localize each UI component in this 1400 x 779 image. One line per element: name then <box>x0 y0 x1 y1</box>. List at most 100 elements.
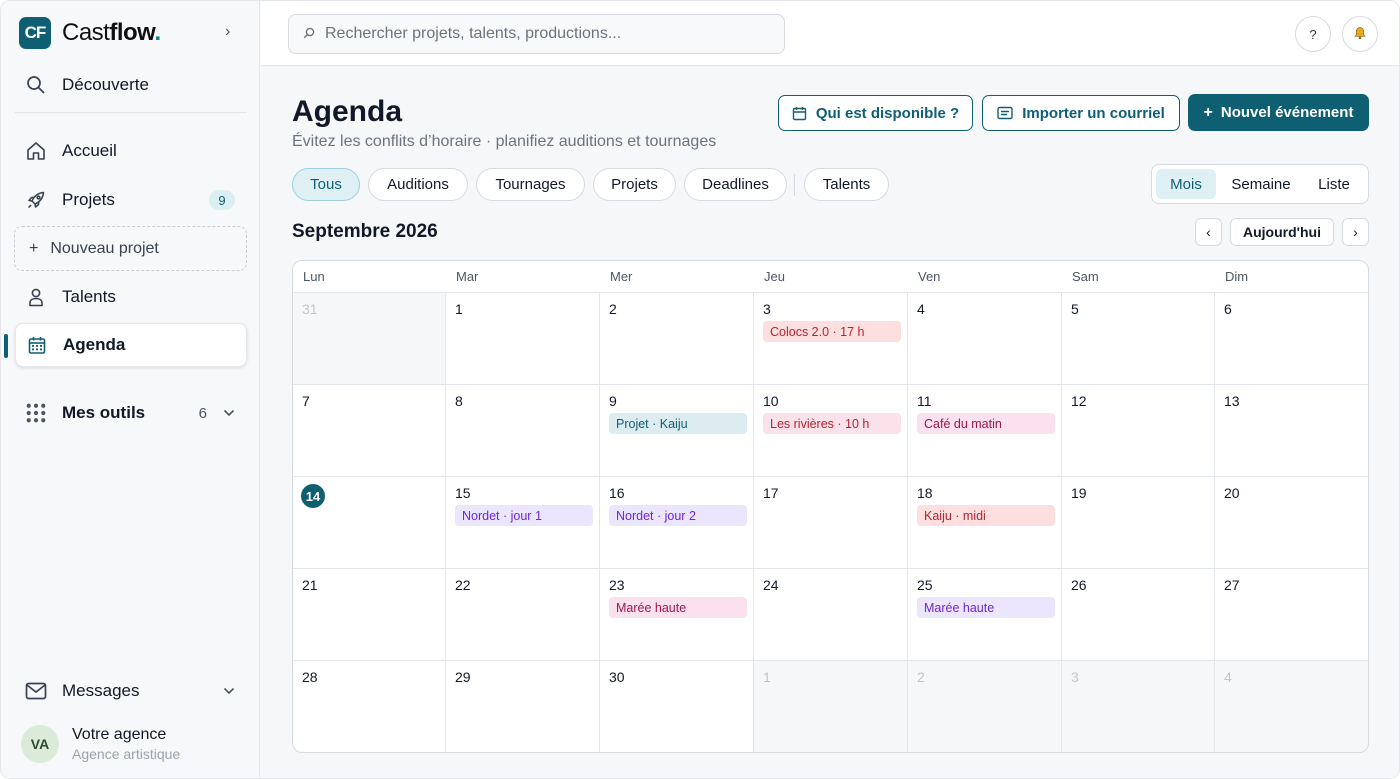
filter-chip-deadlines[interactable]: Deadlines <box>684 168 787 201</box>
agency-profile[interactable]: VA Votre agence Agence artistique <box>21 725 180 763</box>
calendar-day-cell[interactable]: 14 <box>293 477 446 569</box>
calendar-day-cell[interactable]: 3 Colocs 2.0 · 17 h <box>754 293 908 385</box>
calendar-event[interactable]: Marée haute <box>917 597 1055 618</box>
sidebar-divider <box>15 112 247 113</box>
sidebar-item-label: Agenda <box>63 335 126 354</box>
new-event-button[interactable]: + Nouvel événement <box>1188 94 1369 131</box>
calendar-day-cell[interactable]: 31 <box>293 293 446 385</box>
rocket-icon <box>25 189 47 211</box>
calendar-day-cell[interactable]: 3 <box>1062 661 1215 752</box>
sidebar-item-label: Talents <box>62 287 116 306</box>
view-week-tab[interactable]: Semaine <box>1222 169 1300 199</box>
day-number: 17 <box>763 485 779 501</box>
calendar-day-cell[interactable]: 25 Marée haute <box>908 569 1062 661</box>
calendar-day-cell[interactable]: 26 <box>1062 569 1215 661</box>
calendar-day-cell[interactable]: 29 <box>446 661 600 752</box>
calendar-day-cell[interactable]: 24 <box>754 569 908 661</box>
sidebar-item-discover[interactable]: Découverte <box>15 63 247 107</box>
day-number: 18 <box>917 485 933 501</box>
calendar-day-cell[interactable]: 19 <box>1062 477 1215 569</box>
view-month-tab[interactable]: Mois <box>1156 169 1216 199</box>
calendar-day-cell[interactable]: 11 Café du matin <box>908 385 1062 477</box>
search-input[interactable] <box>325 25 765 43</box>
sidebar-item-label: Messages <box>62 681 140 700</box>
filter-chip-projects[interactable]: Projets <box>593 168 676 201</box>
sidebar-item-label: Projets <box>62 190 115 209</box>
calendar-day-cell[interactable]: 4 <box>1215 661 1368 752</box>
calendar-event[interactable]: Kaiju · midi <box>917 505 1055 526</box>
sidebar-item-talents[interactable]: Talents <box>15 275 247 319</box>
calendar-day-cell[interactable]: 9 Projet · Kaiju <box>600 385 754 477</box>
day-number: 28 <box>302 669 318 685</box>
calendar-day-cell[interactable]: 6 <box>1215 293 1368 385</box>
weekday-label: Lun <box>303 269 325 284</box>
calendar-event[interactable]: Colocs 2.0 · 17 h <box>763 321 901 342</box>
month-calendar: Lun Mar Mer Jeu Ven Sam Dim 31 1 2 3 Colocs 2.0 · … <box>292 260 1369 753</box>
next-month-button[interactable]: › <box>1342 218 1369 246</box>
calendar-event[interactable]: Nordet · jour 1 <box>455 505 593 526</box>
day-number: 1 <box>763 669 771 685</box>
filter-chip-auditions[interactable]: Auditions <box>368 168 468 201</box>
calendar-event[interactable]: Projet · Kaiju <box>609 413 747 434</box>
calendar-day-cell[interactable]: 2 <box>908 661 1062 752</box>
calendar-icon <box>792 106 807 121</box>
calendar-day-cell[interactable]: 16 Nordet · jour 2 <box>600 477 754 569</box>
calendar-day-cell[interactable]: 21 <box>293 569 446 661</box>
view-switcher: Mois Semaine Liste <box>1151 164 1369 204</box>
active-indicator <box>4 334 8 358</box>
import-email-button[interactable]: Importer un courriel <box>982 95 1180 131</box>
avatar: VA <box>21 725 59 763</box>
calendar-day-cell[interactable]: 23 Marée haute <box>600 569 754 661</box>
calendar-day-cell[interactable]: 20 <box>1215 477 1368 569</box>
sidebar-collapse-icon[interactable]: › <box>225 23 230 41</box>
calendar-day-cell[interactable]: 12 <box>1062 385 1215 477</box>
today-marker: 14 <box>301 484 325 508</box>
sidebar-item-label: Accueil <box>62 141 117 160</box>
calendar-event[interactable]: Nordet · jour 2 <box>609 505 747 526</box>
calendar-event[interactable]: Marée haute <box>609 597 747 618</box>
today-button[interactable]: Aujourd'hui <box>1230 218 1334 246</box>
sidebar-item-home[interactable]: Accueil <box>15 129 247 173</box>
agency-name: Votre agence <box>72 726 167 743</box>
calendar-day-cell[interactable]: 30 <box>600 661 754 752</box>
weekday-label: Mar <box>456 269 479 284</box>
calendar-day-cell[interactable]: 28 <box>293 661 446 752</box>
calendar-day-cell[interactable]: 7 <box>293 385 446 477</box>
sidebar-item-messages[interactable]: Messages <box>15 669 247 713</box>
filter-chip-all[interactable]: Tous <box>292 168 360 201</box>
search-box[interactable] <box>288 14 785 54</box>
day-number: 11 <box>917 393 932 409</box>
day-number: 9 <box>609 393 617 409</box>
calendar-day-cell[interactable]: 13 <box>1215 385 1368 477</box>
calendar-day-cell[interactable]: 1 <box>754 661 908 752</box>
who-is-available-button[interactable]: Qui est disponible ? <box>778 95 973 131</box>
calendar-day-cell[interactable]: 4 <box>908 293 1062 385</box>
filter-chip-shoots[interactable]: Tournages <box>476 168 585 201</box>
sidebar-item-projects[interactable]: Projets 9 <box>15 178 247 222</box>
help-button[interactable]: ? <box>1295 16 1331 52</box>
calendar-day-cell[interactable]: 10 Les rivières · 10 h <box>754 385 908 477</box>
calendar-day-cell[interactable]: 8 <box>446 385 600 477</box>
calendar-day-cell[interactable]: 17 <box>754 477 908 569</box>
calendar-day-cell[interactable]: 5 <box>1062 293 1215 385</box>
sidebar-item-agenda[interactable]: Agenda <box>15 323 247 367</box>
view-list-tab[interactable]: Liste <box>1306 169 1362 199</box>
plus-icon: + <box>29 239 39 257</box>
new-project-button[interactable]: + Nouveau projet <box>14 226 247 271</box>
calendar-day-cell[interactable]: 18 Kaiju · midi <box>908 477 1062 569</box>
filter-chip-talents[interactable]: Talents <box>804 168 889 201</box>
brand[interactable]: CF Castflow. <box>19 17 161 49</box>
calendar-day-cell[interactable]: 22 <box>446 569 600 661</box>
day-number: 31 <box>302 301 318 317</box>
calendar-event[interactable]: Les rivières · 10 h <box>763 413 901 434</box>
notifications-button[interactable] <box>1342 16 1378 52</box>
calendar-event[interactable]: Café du matin <box>917 413 1055 434</box>
calendar-day-cell[interactable]: 1 <box>446 293 600 385</box>
prev-month-button[interactable]: ‹ <box>1195 218 1222 246</box>
calendar-day-cell[interactable]: 27 <box>1215 569 1368 661</box>
calendar-day-cell[interactable]: 2 <box>600 293 754 385</box>
sidebar-item-tools[interactable]: Mes outils 6 <box>15 391 247 435</box>
day-number: 16 <box>609 485 625 501</box>
calendar-day-cell[interactable]: 15 Nordet · jour 1 <box>446 477 600 569</box>
agency-type: Agence artistique <box>72 746 181 762</box>
